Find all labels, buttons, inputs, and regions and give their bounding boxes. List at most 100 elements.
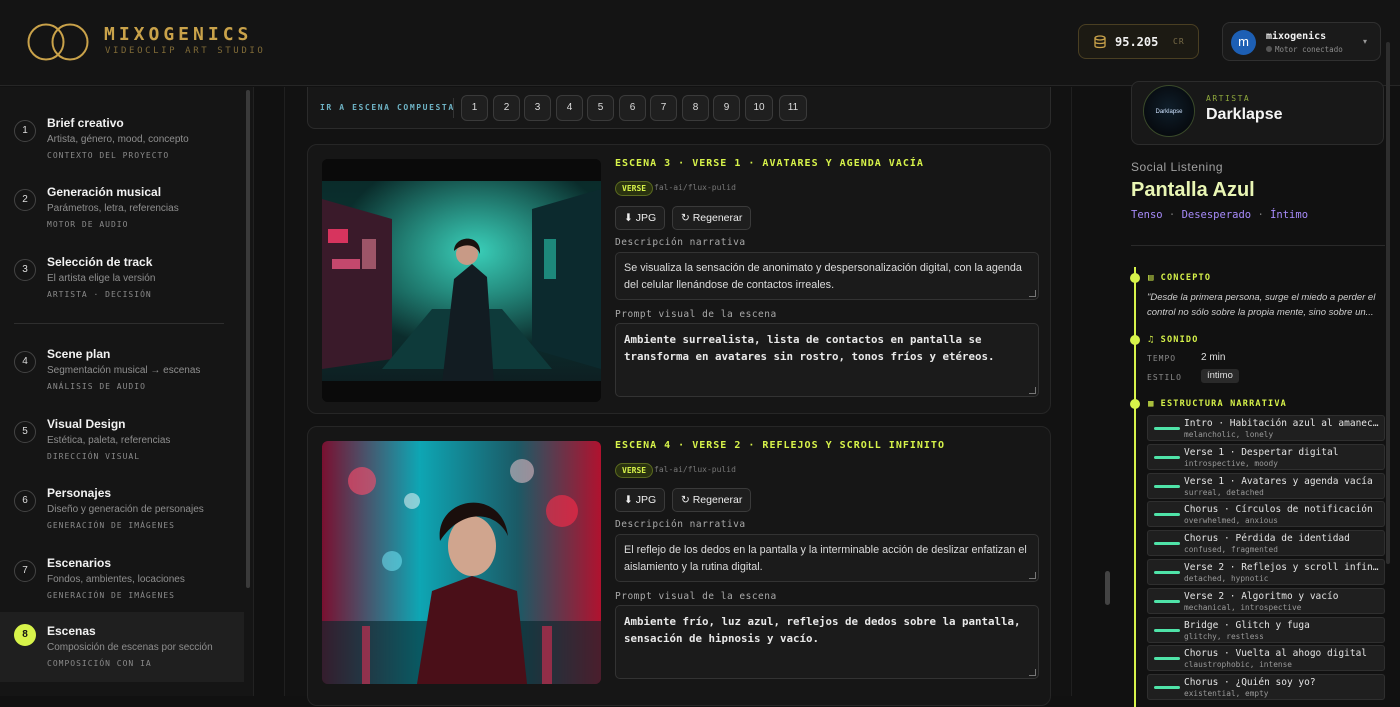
structure-item[interactable]: Chorus · ¿Quién soy yo? existential, empt… xyxy=(1147,674,1385,700)
step-personajes[interactable]: 6 Personajes Diseño y generación de pers… xyxy=(0,485,244,549)
main-scrollbar[interactable] xyxy=(1105,571,1110,605)
timeline-dot xyxy=(1130,335,1140,345)
step-generacion-musical[interactable]: 2 Generación musical Parámetros, letra, … xyxy=(0,184,244,248)
step-number: 3 xyxy=(14,259,36,281)
step-seleccion-track[interactable]: 3 Selección de track El artista elige la… xyxy=(0,254,244,318)
panel-scrollbar[interactable] xyxy=(1386,42,1390,564)
project-summary-panel: Darklapse ARTISTA Darklapse Social Liste… xyxy=(1115,81,1400,707)
download-jpg-button[interactable]: ⬇ JPG xyxy=(615,206,666,230)
step-escenarios[interactable]: 7 Escenarios Fondos, ambientes, locacion… xyxy=(0,555,244,619)
credits-balance[interactable]: 95.205 CR xyxy=(1078,24,1199,59)
jump-scene-button[interactable]: 8 xyxy=(682,95,709,121)
structure-mood: detached, hypnotic xyxy=(1184,574,1269,583)
jump-scene-button[interactable]: 9 xyxy=(713,95,740,121)
regenerate-button[interactable]: ↻ Regenerar xyxy=(672,206,752,230)
structure-item[interactable]: Verse 1 · Avatares y agenda vacía surreal… xyxy=(1147,473,1385,499)
resize-grip-icon[interactable] xyxy=(1029,572,1036,579)
timeline-dot xyxy=(1130,399,1140,409)
structure-item[interactable]: Chorus · Vuelta al ahogo digital claustro… xyxy=(1147,645,1385,671)
step-tag: COMPOSICIÓN CON IA xyxy=(47,659,152,668)
structure-mood: claustrophobic, intense xyxy=(1184,660,1292,669)
jump-scene-button[interactable]: 10 xyxy=(745,95,773,121)
user-menu[interactable]: m mixogenics Motor conectado ▾ xyxy=(1222,22,1381,61)
step-title: Scene plan xyxy=(47,347,111,361)
step-number: 7 xyxy=(14,560,36,582)
energy-bar xyxy=(1154,686,1180,689)
description-textarea[interactable]: Se visualiza la sensación de anonimato y… xyxy=(615,252,1039,300)
mood-tag: Tenso xyxy=(1131,209,1163,221)
step-tag: DIRECCIÓN VISUAL xyxy=(47,452,141,461)
regenerate-button[interactable]: ↻ Regenerar xyxy=(672,488,752,512)
jump-scene-button[interactable]: 11 xyxy=(779,95,807,121)
step-escenas[interactable]: 8 Escenas Composición de escenas por sec… xyxy=(0,612,244,682)
step-title: Personajes xyxy=(47,486,112,500)
scene-heading: ESCENA 4 · VERSE 2 · REFLEJOS Y SCROLL I… xyxy=(615,440,945,451)
structure-title: Chorus · Círculos de notificación xyxy=(1184,504,1373,515)
energy-bar xyxy=(1154,456,1180,459)
energy-bar xyxy=(1154,657,1180,660)
jump-scene-button[interactable]: 7 xyxy=(650,95,677,121)
step-description: Artista, género, mood, concepto xyxy=(47,134,189,145)
energy-bar xyxy=(1154,600,1180,603)
structure-item[interactable]: Intro · Habitación azul al amanecer melan… xyxy=(1147,415,1385,441)
download-jpg-button[interactable]: ⬇ JPG xyxy=(615,488,666,512)
description-label: Descripción narrativa xyxy=(615,519,746,530)
grid-icon: ▦ xyxy=(1148,399,1155,409)
step-scene-plan[interactable]: 4 Scene plan Segmentación musical → esce… xyxy=(0,346,244,410)
step-description: Segmentación musical → escenas xyxy=(47,365,201,376)
resize-grip-icon[interactable] xyxy=(1029,387,1036,394)
sidebar-scrollbar[interactable] xyxy=(246,90,250,588)
scene-illustration xyxy=(322,441,601,684)
energy-bar xyxy=(1154,485,1180,488)
step-brief-creativo[interactable]: 1 Brief creativo Artista, género, mood, … xyxy=(0,115,244,179)
step-description: Fondos, ambientes, locaciones xyxy=(47,574,185,585)
document-icon: ▤ xyxy=(1148,273,1155,283)
brand-name: MIXOGENICS xyxy=(104,24,253,45)
jump-scene-button[interactable]: 1 xyxy=(461,95,488,121)
step-tag: ARTISTA · DECISIÓN xyxy=(47,290,152,299)
jump-scene-button[interactable]: 5 xyxy=(587,95,614,121)
structure-mood: mechanical, introspective xyxy=(1184,603,1302,612)
section-label: Social Listening xyxy=(1131,160,1224,174)
structure-item[interactable]: Verse 1 · Despertar digital introspective… xyxy=(1147,444,1385,470)
sidebar-divider xyxy=(14,323,224,324)
structure-mood: glitchy, restless xyxy=(1184,632,1264,641)
step-title: Escenarios xyxy=(47,556,112,570)
divider xyxy=(453,98,454,118)
scene-image[interactable] xyxy=(322,159,601,402)
jump-scene-button[interactable]: 3 xyxy=(524,95,551,121)
prompt-textarea[interactable]: Ambiente frío, luz azul, reflejos de ded… xyxy=(615,605,1039,679)
structure-title: Bridge · Glitch y fuga xyxy=(1184,620,1310,631)
artist-avatar: Darklapse xyxy=(1143,85,1195,137)
structure-title: Verse 1 · Despertar digital xyxy=(1184,447,1339,458)
resize-grip-icon[interactable] xyxy=(1029,669,1036,676)
tempo-value: 2 min xyxy=(1201,352,1226,363)
structure-item[interactable]: Chorus · Círculos de notificación overwhe… xyxy=(1147,501,1385,527)
step-description: Parámetros, letra, referencias xyxy=(47,203,179,214)
credits-value: 95.205 xyxy=(1115,35,1159,49)
resize-grip-icon[interactable] xyxy=(1029,290,1036,297)
section-badge: VERSE xyxy=(615,463,654,478)
scene-image[interactable] xyxy=(322,441,601,684)
style-chip: íntimo xyxy=(1201,369,1239,383)
scene-card: ESCENA 4 · VERSE 2 · REFLEJOS Y SCROLL I… xyxy=(307,426,1051,706)
jump-scene-button[interactable]: 2 xyxy=(493,95,520,121)
tempo-key: TEMPO xyxy=(1147,354,1177,363)
step-tag: GENERACIÓN DE IMÁGENES xyxy=(47,521,175,530)
status-dot-icon xyxy=(1266,46,1272,52)
structure-item[interactable]: Bridge · Glitch y fuga glitchy, restless xyxy=(1147,617,1385,643)
step-visual-design[interactable]: 5 Visual Design Estética, paleta, refere… xyxy=(0,416,244,480)
step-title: Brief creativo xyxy=(47,116,124,130)
structure-item[interactable]: Chorus · Pérdida de identidad confused, f… xyxy=(1147,530,1385,556)
structure-title: Verse 2 · Algoritmo y vacío xyxy=(1184,591,1339,602)
jump-scene-button[interactable]: 4 xyxy=(556,95,583,121)
structure-item[interactable]: Verse 2 · Reflejos y scroll infinito deta… xyxy=(1147,559,1385,585)
prompt-textarea[interactable]: Ambiente surrealista, lista de contactos… xyxy=(615,323,1039,397)
description-textarea[interactable]: El reflejo de los dedos en la pantalla y… xyxy=(615,534,1039,582)
structure-item[interactable]: Verse 2 · Algoritmo y vacío mechanical, i… xyxy=(1147,588,1385,614)
jump-scene-button[interactable]: 6 xyxy=(619,95,646,121)
structure-mood: overwhelmed, anxious xyxy=(1184,516,1278,525)
energy-bar xyxy=(1154,513,1180,516)
description-label: Descripción narrativa xyxy=(615,237,746,248)
step-title: Generación musical xyxy=(47,185,162,199)
